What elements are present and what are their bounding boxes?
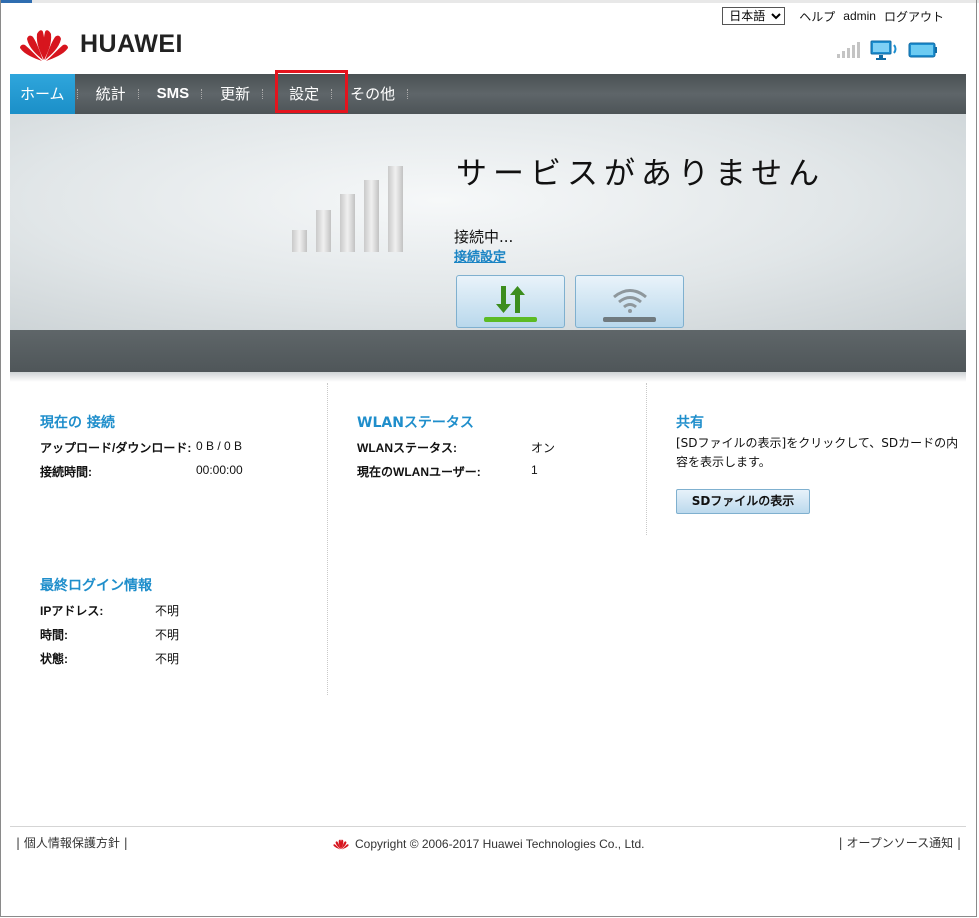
logout-link[interactable]: ログアウト (884, 8, 944, 25)
connection-settings-link[interactable]: 接続設定 (454, 246, 506, 265)
top-links: 日本語 ヘルプ admin ログアウト (722, 7, 944, 25)
signal-strength-icon (837, 42, 860, 58)
privacy-policy-link[interactable]: | 個人情報保護方針 | (16, 834, 128, 851)
banner-footer-band (10, 330, 966, 372)
wlan-status-title: WLANステータス (357, 415, 474, 431)
wifi-button[interactable] (575, 275, 684, 328)
huawei-small-logo-icon (333, 839, 349, 850)
open-source-notice-link[interactable]: | オープンソース通知 | (839, 834, 961, 851)
signal-bars-graphic (292, 162, 403, 252)
wlan-users-value: 1 (531, 463, 538, 477)
ip-address-label: IPアドレス: (40, 604, 104, 618)
upload-download-label: アップロード/ダウンロード: (40, 441, 192, 455)
huawei-petal-logo-icon (20, 30, 68, 61)
connection-status-text: 接続中... (454, 228, 514, 246)
brand-name: HUAWEI (80, 29, 183, 58)
wlan-status-value: オン (531, 441, 556, 455)
help-link[interactable]: ヘルプ (799, 8, 835, 25)
tab-sms[interactable]: SMS (147, 74, 200, 114)
login-state-value: 不明 (155, 652, 180, 666)
tab-statistics[interactable]: 統計 (86, 74, 136, 114)
signal-bar (364, 180, 379, 252)
upload-download-value: 0 B / 0 B (196, 439, 243, 453)
wlan-status-label: WLANステータス: (357, 441, 457, 455)
column-divider (646, 383, 647, 535)
nav-separator (407, 89, 409, 99)
ip-address-value: 不明 (155, 604, 180, 618)
open-source-notice-label: オープンソース通知 (846, 836, 954, 850)
nav-separator (331, 89, 333, 99)
header: HUAWEI 日本語 ヘルプ admin ログアウト (10, 0, 966, 74)
tab-others[interactable]: その他 (340, 74, 405, 114)
nav-separator (201, 89, 203, 99)
login-state-label: 状態: (40, 652, 68, 666)
column-divider (327, 383, 328, 695)
updown-arrows-icon (484, 286, 537, 322)
tab-settings[interactable]: 設定 (279, 74, 329, 114)
nav-separator (137, 89, 139, 99)
copyright-text: Copyright © 2006-2017 Huawei Technologie… (355, 837, 645, 851)
view-sd-files-button[interactable]: SDファイルの表示 (676, 489, 810, 514)
pc-connected-icon (870, 40, 897, 60)
data-connection-button[interactable] (456, 275, 565, 328)
connection-time-label: 接続時間: (40, 465, 92, 479)
signal-bar (340, 194, 355, 252)
copyright: Copyright © 2006-2017 Huawei Technologie… (332, 837, 644, 851)
brand-logo: HUAWEI (16, 24, 183, 64)
wifi-icon (603, 289, 656, 322)
main-nav: ホーム 統計 SMS 更新 設定 その他 (10, 74, 966, 114)
battery-icon (908, 42, 937, 58)
connection-time-value: 00:00:00 (196, 463, 243, 477)
footer-divider (10, 826, 966, 827)
nav-separator (262, 89, 264, 99)
banner-shadow (10, 372, 966, 382)
language-select[interactable]: 日本語 (722, 7, 786, 25)
share-description: [SDファイルの表示]をクリックして、SDカードの内容を表示します。 (676, 436, 959, 469)
status-banner: サービスがありません 接続中... 接続設定 (10, 114, 966, 330)
login-time-value: 不明 (155, 628, 180, 642)
tab-home[interactable]: ホーム (10, 74, 75, 114)
login-time-label: 時間: (40, 628, 68, 642)
last-login-title: 最終ログイン情報 (40, 578, 152, 594)
status-icons (836, 40, 938, 60)
wlan-users-label: 現在のWLANユーザー: (357, 465, 481, 479)
signal-bar (388, 166, 403, 252)
current-connection-title: 現在の 接続 (40, 415, 115, 431)
signal-bar (292, 230, 307, 252)
user-name: admin (843, 9, 876, 23)
signal-bar (316, 210, 331, 252)
nav-separator (76, 89, 78, 99)
tab-update[interactable]: 更新 (210, 74, 260, 114)
service-status-title: サービスがありません (456, 156, 826, 192)
privacy-policy-label: 個人情報保護方針 (23, 836, 120, 850)
share-title: 共有 (676, 415, 704, 431)
